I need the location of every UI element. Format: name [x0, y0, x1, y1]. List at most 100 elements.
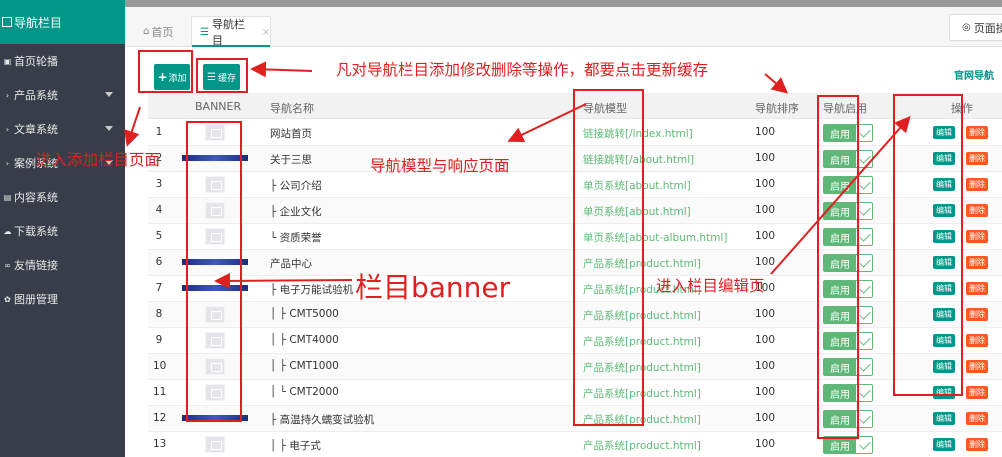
nav-name: ├ 高温持久蠕变试验机 — [270, 414, 375, 426]
delete-button[interactable]: 删除 — [966, 178, 988, 191]
official-nav-link[interactable]: 官网导航 — [954, 67, 994, 82]
delete-button[interactable]: 删除 — [966, 256, 988, 269]
row-number: 5 — [155, 230, 163, 242]
annotation-banner-note: 栏目banner — [355, 271, 511, 304]
tab-home[interactable]: ⌂ 首页 — [143, 16, 181, 47]
nav-name: ├ 公司介绍 — [270, 180, 322, 192]
delete-button[interactable]: 删除 — [966, 204, 988, 217]
nav-name: │ ├ CMT1000 — [270, 360, 339, 372]
check-icon — [859, 203, 871, 216]
edit-button[interactable]: 编辑 — [933, 438, 955, 451]
sidebar-item-label: 内容系统 — [14, 191, 58, 204]
menu-icon — [2, 17, 12, 27]
row-number: 8 — [155, 308, 163, 320]
tab-label: 首页 — [151, 25, 174, 39]
edit-button[interactable]: 编辑 — [933, 412, 955, 425]
tab-nav-columns[interactable]: ☰ 导航栏目 × — [191, 16, 271, 47]
nav-name: ├ 电子万能试验机 — [270, 284, 354, 296]
delete-button[interactable]: 删除 — [966, 230, 988, 243]
nav-name: 网站首页 — [270, 128, 312, 140]
check-icon — [859, 385, 871, 398]
row-number: 11 — [153, 386, 167, 398]
sidebar-item-friend-links[interactable]: ∞ 友情链接 — [0, 248, 125, 282]
row-number: 4 — [155, 204, 163, 216]
sidebar-item-home-carousel[interactable]: ▣ 首页轮播 — [0, 44, 125, 78]
sidebar-item-label: 文章系统 — [14, 123, 58, 136]
annotation-box-cache — [196, 58, 248, 93]
sidebar-item-product-system[interactable]: › 产品系统 — [0, 78, 125, 112]
sidebar-item-album-manage[interactable]: ✿ 图册管理 — [0, 282, 125, 316]
annotation-box-banner — [186, 121, 242, 422]
delete-button[interactable]: 删除 — [966, 282, 988, 295]
nav-name: 产品中心 — [270, 258, 312, 270]
nav-name: 关于三思 — [270, 154, 312, 166]
top-strip — [125, 0, 1002, 7]
sidebar-item-label: 下载系统 — [14, 225, 58, 238]
sidebar-item-label: 友情链接 — [14, 259, 58, 272]
arrow-cache-right — [764, 73, 789, 94]
chevron-right-icon: › — [5, 124, 10, 134]
nav-sort-value: 100 — [755, 360, 776, 372]
delete-button[interactable]: 删除 — [966, 126, 988, 139]
check-icon — [859, 125, 871, 138]
check-icon — [859, 281, 871, 294]
nav-sort-value: 100 — [755, 204, 776, 216]
delete-button[interactable]: 删除 — [966, 386, 988, 399]
row-number: 12 — [153, 412, 167, 424]
nav-name: │ ├ CMT5000 — [270, 308, 339, 320]
album-icon: ✿ — [4, 294, 11, 304]
close-icon[interactable]: × — [262, 27, 270, 38]
nav-sort-value: 100 — [755, 230, 776, 242]
table-row: 13 │ ├ 电子式 产品系统[product.html] 100 启用 编辑 删除 — [148, 432, 1002, 457]
check-icon — [859, 437, 871, 450]
delete-button[interactable]: 删除 — [966, 412, 988, 425]
nav-name: └ 资质荣誉 — [270, 232, 322, 244]
sidebar-item-download-system[interactable]: ☁ 下载系统 — [0, 214, 125, 248]
nav-name: │ ├ CMT4000 — [270, 334, 339, 346]
col-sort: 导航排序 — [755, 102, 799, 115]
page-operations-button[interactable]: ◎ 页面操 — [949, 14, 1002, 41]
delete-button[interactable]: 删除 — [966, 438, 988, 451]
sidebar-header[interactable]: 导航栏目 — [0, 0, 125, 44]
nav-sort-value: 100 — [755, 256, 776, 268]
check-icon — [859, 333, 871, 346]
sidebar-item-article-system[interactable]: › 文章系统 — [0, 112, 125, 146]
annotation-box-add — [138, 50, 193, 93]
nav-sort-value: 100 — [755, 178, 776, 190]
check-icon — [859, 177, 871, 190]
annotation-add-note: 进入添加栏目页面 — [36, 151, 161, 169]
chevron-down-icon — [105, 126, 113, 131]
menu-icon: ☰ — [200, 26, 209, 38]
nav-model-link[interactable]: 产品系统[product.html] — [583, 438, 701, 453]
sidebar-item-content-system[interactable]: ▤ 内容系统 — [0, 180, 125, 214]
target-icon: ◎ — [962, 22, 971, 33]
row-number: 13 — [153, 438, 167, 450]
check-icon — [859, 151, 871, 164]
chevron-down-icon — [105, 92, 113, 97]
delete-button[interactable]: 删除 — [966, 360, 988, 373]
nav-sort-value: 100 — [755, 438, 776, 450]
nav-sort-value: 100 — [755, 334, 776, 346]
annotation-box-enabled — [817, 95, 859, 439]
sidebar-item-label: 产品系统 — [14, 89, 58, 102]
annotation-edit-note: 进入栏目编辑页 — [656, 277, 765, 295]
delete-button[interactable]: 删除 — [966, 334, 988, 347]
check-icon — [859, 359, 871, 372]
page-operations-label: 页面操 — [973, 21, 1002, 35]
annotation-box-ops — [893, 94, 963, 396]
nav-sort-value: 100 — [755, 412, 776, 424]
check-icon — [859, 255, 871, 268]
check-icon — [859, 411, 871, 424]
col-banner: BANNER — [195, 100, 242, 113]
nav-sort-value: 100 — [755, 386, 776, 398]
check-icon — [859, 307, 871, 320]
check-icon — [859, 229, 871, 242]
row-number: 3 — [155, 178, 163, 190]
nav-name: │ └ CMT2000 — [270, 386, 339, 398]
delete-button[interactable]: 删除 — [966, 308, 988, 321]
link-icon: ∞ — [4, 260, 11, 270]
nav-name: ├ 企业文化 — [270, 206, 322, 218]
delete-button[interactable]: 删除 — [966, 152, 988, 165]
row-number: 7 — [155, 282, 163, 294]
nav-sort-value: 100 — [755, 152, 776, 164]
